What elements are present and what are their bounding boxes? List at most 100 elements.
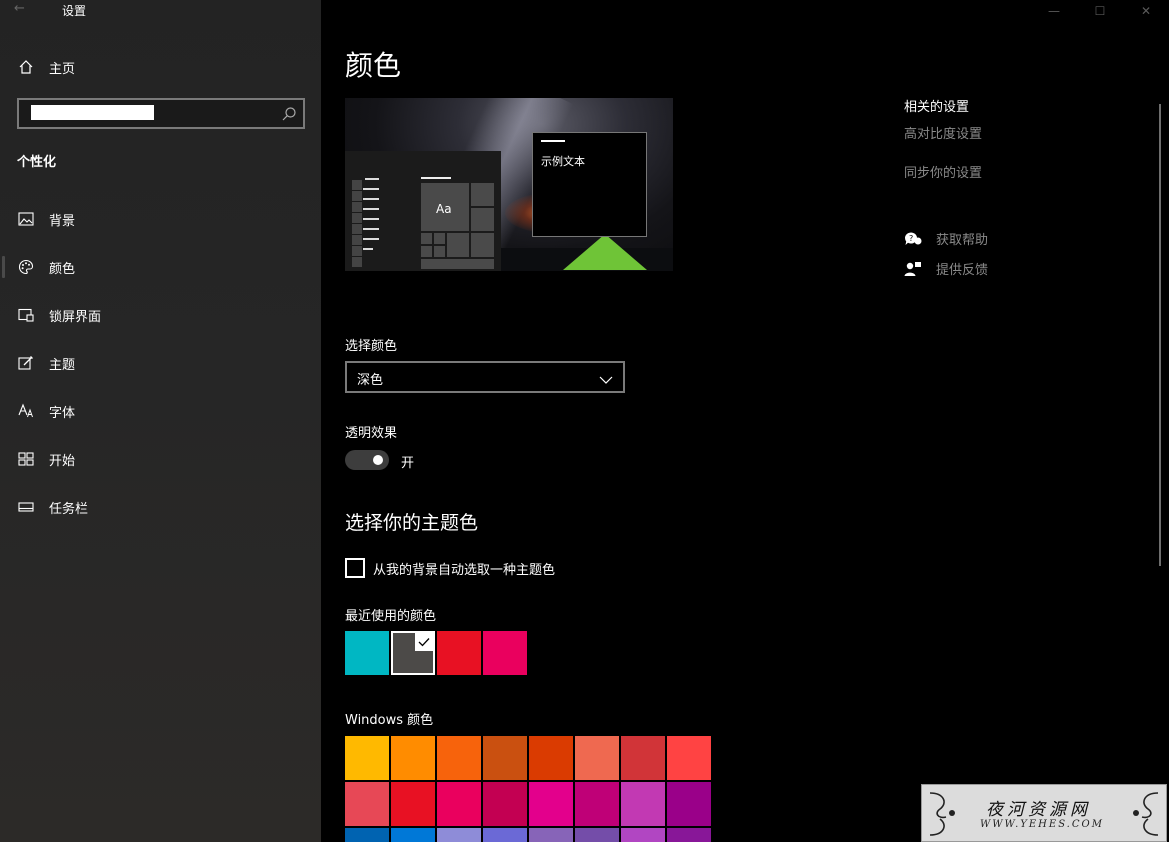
page-title: 颜色: [345, 49, 402, 82]
back-arrow-icon[interactable]: ←: [14, 2, 34, 16]
start-icon: [17, 450, 35, 468]
preview-window-bar: [541, 140, 565, 142]
recent-color-swatch[interactable]: [437, 631, 481, 675]
windows-color-swatch[interactable]: [575, 782, 619, 826]
svg-text:?: ?: [909, 234, 913, 243]
windows-color-swatch[interactable]: [437, 828, 481, 842]
preview-tile: [471, 183, 494, 206]
search-redaction: [31, 105, 154, 120]
font-icon: [17, 402, 35, 420]
selected-indicator: [2, 256, 5, 278]
recent-color-swatch[interactable]: [345, 631, 389, 675]
windows-color-swatch[interactable]: [667, 828, 711, 842]
windows-color-swatch[interactable]: [483, 828, 527, 842]
preview-tile: [434, 233, 445, 244]
minimize-button[interactable]: —: [1031, 0, 1077, 22]
ornament-left-icon: [929, 792, 955, 836]
title-bar: ← 设置: [0, 0, 321, 22]
sidebar-item-fonts[interactable]: 字体: [0, 391, 321, 431]
windows-color-swatch[interactable]: [391, 828, 435, 842]
preview-sample-text: 示例文本: [541, 155, 585, 168]
sidebar-item-lock-screen[interactable]: 锁屏界面: [0, 295, 321, 335]
image-icon: [17, 210, 35, 228]
app-title: 设置: [62, 4, 87, 18]
feedback-link[interactable]: 提供反馈: [904, 259, 988, 278]
sidebar-item-label: 背景: [49, 213, 76, 229]
transparency-toggle[interactable]: [345, 450, 389, 470]
preview-app-list: [363, 178, 381, 258]
chevron-down-icon: [599, 371, 613, 384]
preview-tile-large: Aa: [421, 183, 469, 231]
windows-color-swatch[interactable]: [391, 782, 435, 826]
choose-color-dropdown[interactable]: 深色: [345, 361, 625, 393]
auto-pick-checkbox[interactable]: [345, 558, 365, 578]
windows-color-swatch[interactable]: [345, 828, 389, 842]
sidebar-item-background[interactable]: 背景: [0, 199, 321, 239]
sidebar-item-label: 颜色: [49, 261, 76, 277]
windows-color-swatch[interactable]: [345, 782, 389, 826]
windows-color-swatch[interactable]: [667, 782, 711, 826]
ornament-right-icon: [1133, 792, 1159, 836]
sidebar-item-label: 主题: [49, 357, 76, 373]
windows-color-swatch[interactable]: [391, 736, 435, 780]
preview-tile: [447, 233, 469, 257]
choose-color-label: 选择颜色: [345, 339, 398, 354]
feedback-icon: [904, 260, 922, 278]
scrollbar[interactable]: [1159, 104, 1161, 566]
sidebar-item-start[interactable]: 开始: [0, 439, 321, 479]
windows-color-swatch[interactable]: [529, 828, 573, 842]
sidebar-item-label: 任务栏: [49, 501, 89, 517]
windows-color-swatch[interactable]: [483, 736, 527, 780]
windows-color-swatch[interactable]: [437, 782, 481, 826]
sidebar-item-label: 字体: [49, 405, 76, 421]
preview-tile-text: Aa: [436, 202, 452, 216]
windows-color-swatch[interactable]: [621, 782, 665, 826]
windows-color-swatch[interactable]: [345, 736, 389, 780]
accent-heading: 选择你的主题色: [345, 512, 479, 534]
windows-color-swatch[interactable]: [529, 736, 573, 780]
theme-preview: Aa 示例文本: [345, 98, 673, 271]
sidebar-item-label: 开始: [49, 453, 76, 469]
sidebar-item-themes[interactable]: 主题: [0, 343, 321, 383]
search-box[interactable]: [17, 98, 305, 129]
sidebar: ← 设置 主页 个性化 背景 颜色 锁屏界面 主题 字体 开始 任务栏: [0, 0, 321, 842]
get-help-label: 获取帮助: [936, 233, 989, 248]
transparency-state: 开: [401, 456, 415, 471]
sync-settings-link[interactable]: 同步你的设置: [904, 162, 982, 181]
help-chat-icon: ?: [904, 230, 922, 248]
windows-color-swatch[interactable]: [437, 736, 481, 780]
maximize-button[interactable]: ☐: [1077, 0, 1123, 22]
recent-color-swatch[interactable]: [391, 631, 435, 675]
windows-color-swatch[interactable]: [621, 828, 665, 842]
section-title: 个性化: [17, 155, 57, 170]
high-contrast-link[interactable]: 高对比度设置: [904, 123, 982, 142]
windows-color-swatch[interactable]: [483, 782, 527, 826]
preview-tile: [421, 246, 432, 257]
nav-home[interactable]: 主页: [0, 47, 321, 87]
preview-tile: [421, 233, 432, 244]
windows-color-swatch[interactable]: [667, 736, 711, 780]
lock-screen-icon: [17, 306, 35, 324]
feedback-label: 提供反馈: [936, 263, 989, 278]
theme-brush-icon: [17, 354, 35, 372]
sidebar-item-taskbar[interactable]: 任务栏: [0, 487, 321, 527]
windows-color-swatch[interactable]: [621, 736, 665, 780]
preview-tiles-header: [421, 177, 451, 179]
windows-color-swatch[interactable]: [575, 736, 619, 780]
preview-tile: [471, 233, 494, 257]
watermark-stamp: 夜河资源网 WWW.YEHES.COM: [921, 784, 1167, 842]
windows-color-swatch[interactable]: [529, 782, 573, 826]
related-settings-title: 相关的设置: [904, 100, 970, 115]
search-icon[interactable]: [281, 106, 297, 122]
transparency-label: 透明效果: [345, 426, 398, 441]
preview-tiles: Aa: [421, 183, 495, 269]
preview-taskbar: [352, 180, 362, 268]
main-content: — ☐ ✕ 颜色 Aa 示例文本 选择颜色 深色 透明效果 开 选择你的主题色 …: [321, 0, 1169, 842]
nav-home-label: 主页: [49, 61, 76, 77]
recent-color-swatch[interactable]: [483, 631, 527, 675]
close-button[interactable]: ✕: [1123, 0, 1169, 22]
get-help-link[interactable]: ? 获取帮助: [904, 229, 988, 248]
windows-color-swatch[interactable]: [575, 828, 619, 842]
sidebar-item-colors[interactable]: 颜色: [0, 247, 321, 287]
choose-color-value: 深色: [357, 373, 384, 388]
